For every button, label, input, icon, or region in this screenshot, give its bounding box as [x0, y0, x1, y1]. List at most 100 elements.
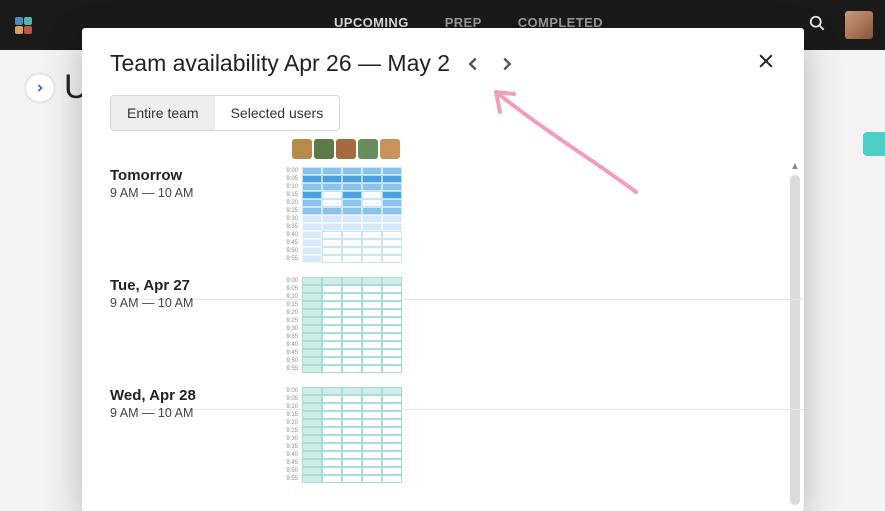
availability-slot[interactable]: [322, 387, 342, 395]
availability-slot[interactable]: [322, 255, 342, 263]
filter-entire-team[interactable]: Entire team: [111, 96, 215, 130]
availability-slot[interactable]: [382, 365, 402, 373]
availability-slot[interactable]: [382, 333, 402, 341]
availability-slot[interactable]: [322, 365, 342, 373]
availability-slot[interactable]: [362, 293, 382, 301]
availability-slot[interactable]: [302, 349, 322, 357]
availability-slot[interactable]: [322, 333, 342, 341]
availability-slot[interactable]: [302, 247, 322, 255]
availability-slot[interactable]: [302, 333, 322, 341]
availability-slot[interactable]: [362, 191, 382, 199]
availability-slot[interactable]: [302, 443, 322, 451]
availability-slot[interactable]: [362, 365, 382, 373]
availability-slot[interactable]: [322, 175, 342, 183]
availability-slot[interactable]: [322, 167, 342, 175]
prev-week-button[interactable]: [462, 53, 484, 75]
availability-slot[interactable]: [302, 395, 322, 403]
availability-slot[interactable]: [382, 207, 402, 215]
availability-slot[interactable]: [302, 317, 322, 325]
availability-slot[interactable]: [342, 317, 362, 325]
availability-slot[interactable]: [362, 215, 382, 223]
availability-slot[interactable]: [302, 285, 322, 293]
availability-slot[interactable]: [382, 341, 402, 349]
availability-slot[interactable]: [322, 349, 342, 357]
availability-slot[interactable]: [362, 349, 382, 357]
availability-slot[interactable]: [302, 403, 322, 411]
availability-slot[interactable]: [362, 435, 382, 443]
availability-slot[interactable]: [342, 333, 362, 341]
availability-slot[interactable]: [322, 285, 342, 293]
availability-slot[interactable]: [302, 191, 322, 199]
availability-slot[interactable]: [362, 285, 382, 293]
availability-slot[interactable]: [322, 293, 342, 301]
availability-slot[interactable]: [342, 301, 362, 309]
availability-slot[interactable]: [302, 215, 322, 223]
availability-slot[interactable]: [322, 191, 342, 199]
availability-slot[interactable]: [302, 167, 322, 175]
availability-slot[interactable]: [342, 467, 362, 475]
availability-slot[interactable]: [302, 183, 322, 191]
filter-selected-users[interactable]: Selected users: [215, 96, 340, 130]
availability-slot[interactable]: [362, 231, 382, 239]
availability-slot[interactable]: [362, 167, 382, 175]
availability-slot[interactable]: [382, 475, 402, 483]
scroll-up-icon[interactable]: ▲: [789, 161, 801, 173]
availability-slot[interactable]: [342, 365, 362, 373]
availability-slot[interactable]: [382, 231, 402, 239]
availability-slot[interactable]: [362, 341, 382, 349]
availability-slot[interactable]: [302, 387, 322, 395]
availability-slot[interactable]: [322, 247, 342, 255]
availability-slot[interactable]: [322, 451, 342, 459]
availability-slot[interactable]: [322, 403, 342, 411]
availability-slot[interactable]: [382, 467, 402, 475]
availability-slot[interactable]: [362, 451, 382, 459]
availability-slot[interactable]: [342, 183, 362, 191]
availability-slot[interactable]: [362, 333, 382, 341]
availability-slot[interactable]: [362, 467, 382, 475]
availability-slot[interactable]: [322, 459, 342, 467]
availability-slot[interactable]: [342, 199, 362, 207]
availability-slot[interactable]: [342, 475, 362, 483]
availability-slot[interactable]: [302, 467, 322, 475]
availability-slot[interactable]: [322, 231, 342, 239]
availability-slot[interactable]: [322, 301, 342, 309]
availability-slot[interactable]: [362, 419, 382, 427]
availability-slot[interactable]: [362, 317, 382, 325]
availability-slot[interactable]: [362, 459, 382, 467]
availability-slot[interactable]: [362, 207, 382, 215]
availability-slot[interactable]: [322, 317, 342, 325]
availability-slot[interactable]: [362, 277, 382, 285]
availability-slot[interactable]: [342, 223, 362, 231]
availability-slot[interactable]: [342, 231, 362, 239]
availability-slot[interactable]: [322, 183, 342, 191]
scrollbar-thumb[interactable]: [790, 175, 800, 505]
availability-slot[interactable]: [382, 459, 402, 467]
availability-slot[interactable]: [342, 349, 362, 357]
availability-slot[interactable]: [342, 191, 362, 199]
availability-slot[interactable]: [322, 411, 342, 419]
availability-slot[interactable]: [362, 325, 382, 333]
availability-slot[interactable]: [322, 309, 342, 317]
availability-slot[interactable]: [342, 285, 362, 293]
availability-slot[interactable]: [322, 467, 342, 475]
availability-slot[interactable]: [362, 357, 382, 365]
availability-slot[interactable]: [322, 325, 342, 333]
availability-slot[interactable]: [342, 443, 362, 451]
availability-slot[interactable]: [342, 403, 362, 411]
availability-slot[interactable]: [302, 365, 322, 373]
search-icon[interactable]: [807, 13, 827, 38]
availability-slot[interactable]: [302, 427, 322, 435]
availability-slot[interactable]: [322, 427, 342, 435]
availability-slot[interactable]: [322, 207, 342, 215]
availability-slot[interactable]: [362, 199, 382, 207]
availability-slot[interactable]: [362, 387, 382, 395]
availability-slot[interactable]: [382, 411, 402, 419]
availability-slot[interactable]: [322, 395, 342, 403]
availability-slot[interactable]: [302, 199, 322, 207]
availability-slot[interactable]: [362, 309, 382, 317]
availability-slot[interactable]: [382, 419, 402, 427]
availability-slot[interactable]: [362, 239, 382, 247]
availability-slot[interactable]: [382, 427, 402, 435]
user-head-1[interactable]: [292, 139, 312, 159]
availability-slot[interactable]: [342, 207, 362, 215]
